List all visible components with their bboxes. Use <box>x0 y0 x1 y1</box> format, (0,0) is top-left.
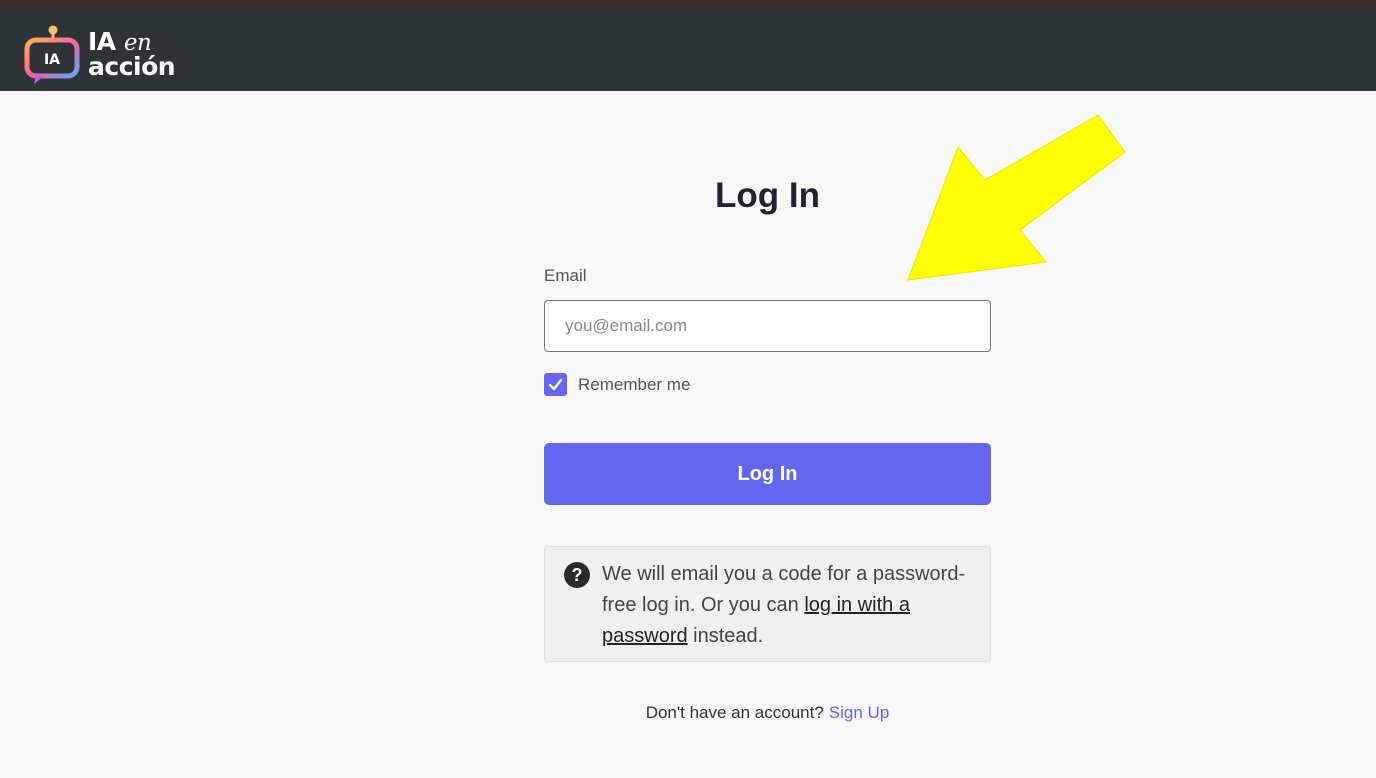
remember-me-row[interactable]: Remember me <box>544 373 690 396</box>
annotation-arrow-icon <box>907 114 1126 281</box>
logo-wordmark: IA en acción <box>88 29 176 81</box>
login-button[interactable]: Log In <box>544 443 991 505</box>
info-notice: ? We will email you a code for a passwor… <box>544 546 991 662</box>
site-logo[interactable]: IA IA en acción <box>22 18 182 90</box>
remember-me-label: Remember me <box>578 374 691 394</box>
logo-badge-text: IA <box>44 52 60 68</box>
signup-prompt: Don't have an account? <box>645 703 824 722</box>
info-text-after: instead. <box>687 625 764 647</box>
checkmark-icon <box>548 378 563 391</box>
top-navbar: IA IA en acción <box>0 0 1376 91</box>
email-field[interactable] <box>544 300 991 352</box>
signup-row: Don't have an account? Sign Up <box>544 703 991 723</box>
robot-chat-logo-icon: IA <box>22 23 80 85</box>
info-text-before: We will email you a code for a password-… <box>602 563 966 616</box>
info-text: We will email you a code for a password-… <box>602 559 972 652</box>
remember-me-checkbox[interactable] <box>544 373 567 396</box>
logo-line2: acción <box>88 52 176 81</box>
email-label: Email <box>544 266 587 285</box>
question-circle-icon: ? <box>564 562 590 588</box>
signup-link[interactable]: Sign Up <box>829 703 889 722</box>
